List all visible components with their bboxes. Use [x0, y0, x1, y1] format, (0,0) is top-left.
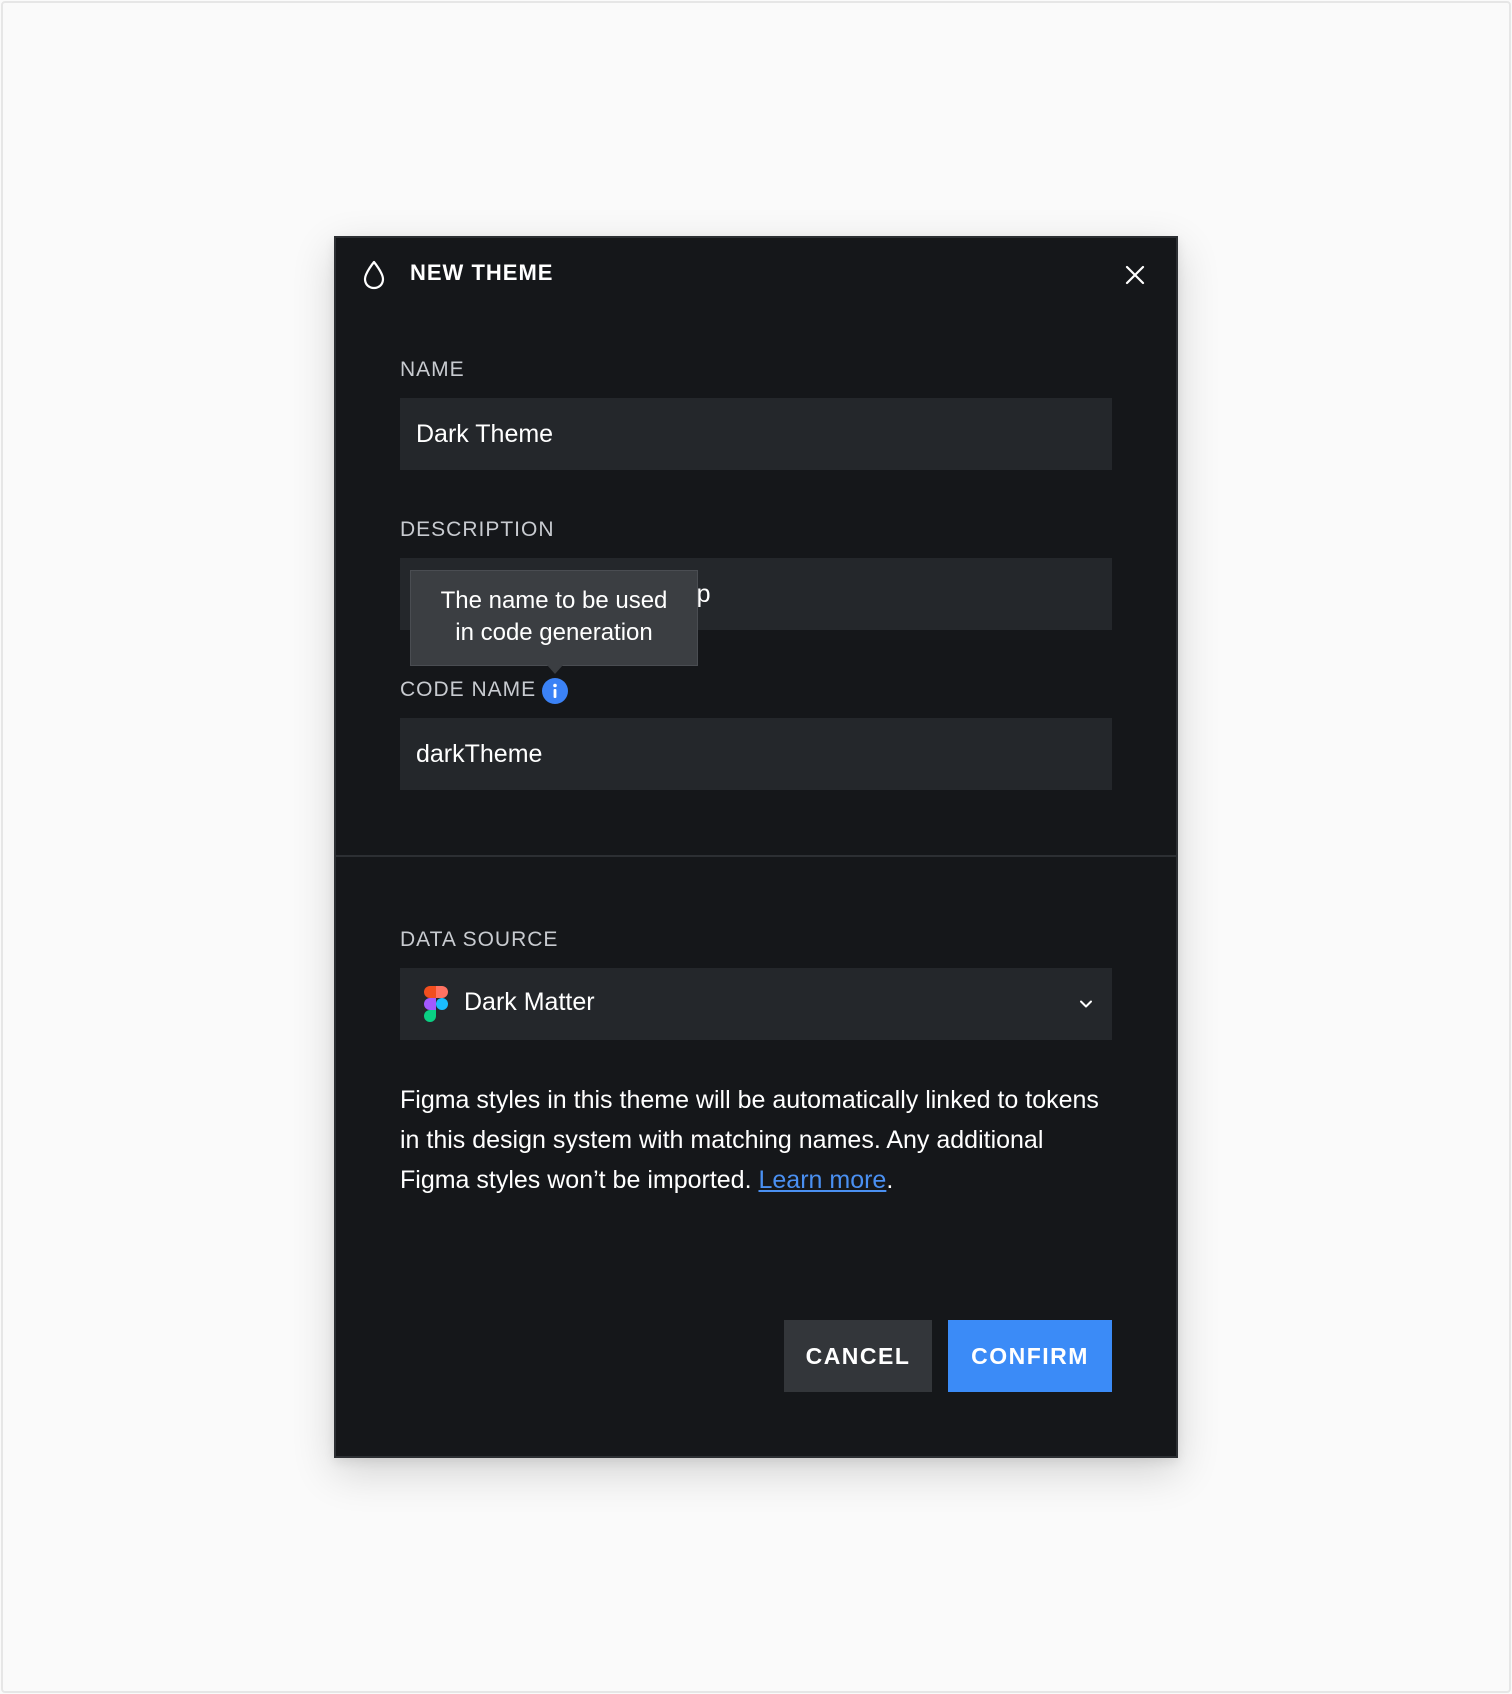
help-text-period: . — [886, 1166, 894, 1194]
drop-icon — [363, 260, 385, 290]
data-source-select[interactable]: Dark Matter — [400, 968, 1112, 1040]
name-label: NAME — [400, 358, 465, 381]
section-divider — [336, 855, 1176, 857]
code-name-tooltip: The name to be used in code generation — [410, 570, 698, 666]
learn-more-link[interactable]: Learn more — [758, 1166, 886, 1194]
close-icon[interactable] — [1122, 262, 1148, 288]
new-theme-dialog: NEW THEME NAME DESCRIPTION CODE NAME The… — [334, 236, 1178, 1458]
tooltip-line-2: in code generation — [455, 619, 653, 646]
description-label: DESCRIPTION — [400, 518, 555, 541]
help-text: Figma styles in this theme will be autom… — [400, 1080, 1112, 1200]
help-text-body: Figma styles in this theme will be autom… — [400, 1086, 1099, 1194]
code-name-field[interactable] — [400, 718, 1112, 790]
info-icon[interactable] — [542, 678, 568, 704]
name-field[interactable] — [400, 398, 1112, 470]
data-source-value: Dark Matter — [464, 988, 595, 1016]
chevron-down-icon — [1080, 1000, 1092, 1008]
dialog-title: NEW THEME — [410, 260, 554, 285]
tooltip-line-1: The name to be used — [440, 587, 668, 614]
confirm-button[interactable]: CONFIRM — [948, 1320, 1112, 1392]
figma-icon — [424, 986, 448, 1022]
cancel-button[interactable]: CANCEL — [784, 1320, 932, 1392]
code-name-label: CODE NAME — [400, 678, 537, 701]
tooltip-arrow — [547, 665, 563, 674]
data-source-label: DATA SOURCE — [400, 928, 559, 951]
dialog-header: NEW THEME — [336, 238, 1176, 314]
